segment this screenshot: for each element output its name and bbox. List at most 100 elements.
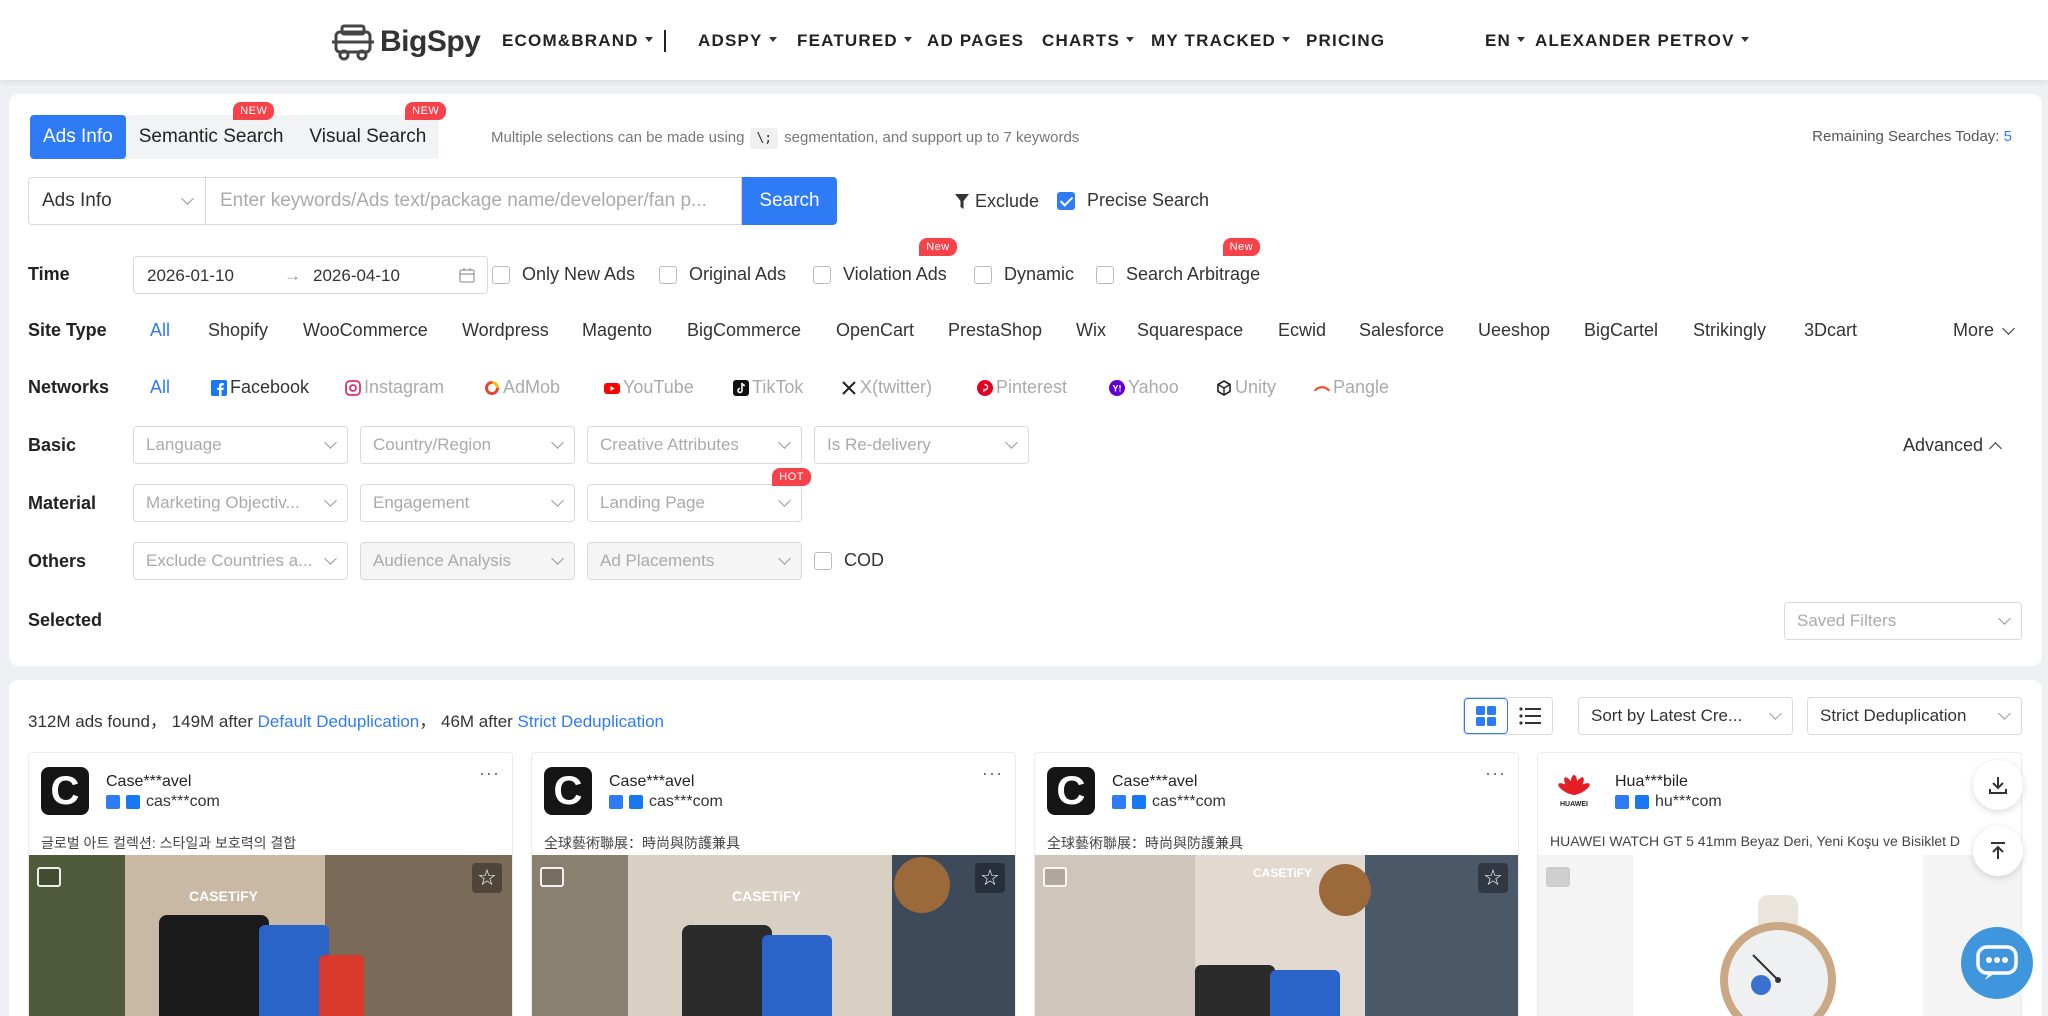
original-ads-checkbox[interactable]: Original Ads [659, 264, 786, 285]
ad-media[interactable]: CASETiFY ☆ [29, 855, 512, 1016]
chevron-down-icon [324, 552, 337, 565]
network-pinterest[interactable]: Pinterest [977, 377, 1067, 398]
favorite-star-icon[interactable]: ☆ [472, 863, 502, 893]
re-delivery-select[interactable]: Is Re-delivery [814, 426, 1029, 464]
nav-charts[interactable]: CHARTS [1042, 31, 1135, 51]
creative-attributes-select[interactable]: Creative Attributes [587, 426, 802, 464]
list-view-button[interactable] [1508, 698, 1552, 734]
site-type-opencart[interactable]: OpenCart [836, 320, 914, 341]
network-youtube[interactable]: YouTube [604, 377, 694, 398]
site-type-wordpress[interactable]: Wordpress [462, 320, 549, 341]
landing-page-select[interactable]: Landing Page HOT [587, 468, 811, 522]
network-facebook[interactable]: Facebook [211, 377, 309, 398]
advertiser-name[interactable]: Hua***bile [1615, 773, 1688, 791]
tab-visual-search[interactable]: Visual Search NEW [296, 102, 447, 159]
exclude-countries-select[interactable]: Exclude Countries a... [133, 542, 348, 580]
language-select[interactable]: Language [133, 426, 348, 464]
site-type-woocommerce[interactable]: WooCommerce [303, 320, 428, 341]
default-deduplication-link[interactable]: Default Deduplication [258, 712, 420, 731]
only-new-ads-checkbox[interactable]: Only New Ads [492, 264, 635, 285]
end-date[interactable]: 2026-04-10 [313, 266, 400, 286]
ad-card[interactable]: C Case***avel cas***com ··· 글로벌 아트 컬렉션: … [28, 752, 513, 1016]
network-admob[interactable]: AdMob [484, 377, 560, 398]
checkbox-icon [659, 265, 677, 284]
network-pangle[interactable]: Pangle [1314, 377, 1389, 398]
advertiser-name[interactable]: Case***avel [1112, 773, 1197, 791]
separator-key: \; [750, 128, 779, 149]
site-type-bigcartel[interactable]: BigCartel [1584, 320, 1658, 341]
deduplication-select[interactable]: Strict Deduplication [1807, 697, 2022, 735]
ad-card[interactable]: HUAWEI Hua***bile hu***com ··· HUAWEI WA… [1537, 752, 2022, 1016]
strict-deduplication-link[interactable]: Strict Deduplication [518, 712, 664, 731]
site-type-wix[interactable]: Wix [1076, 320, 1106, 341]
network-instagram[interactable]: Instagram [345, 377, 444, 398]
logo[interactable]: BigSpy [330, 22, 481, 62]
back-to-top-button[interactable] [1973, 826, 2023, 876]
language-selector[interactable]: EN [1485, 31, 1526, 51]
advertiser-name[interactable]: Case***avel [106, 773, 191, 791]
more-site-types-button[interactable]: More [1953, 320, 2015, 341]
site-type-ecwid[interactable]: Ecwid [1278, 320, 1326, 341]
network-unity[interactable]: Unity [1216, 377, 1276, 398]
download-button[interactable] [1973, 760, 2023, 810]
sort-select[interactable]: Sort by Latest Cre... [1578, 697, 1793, 735]
more-options-icon[interactable]: ··· [1485, 763, 1506, 784]
site-type-squarespace[interactable]: Squarespace [1137, 320, 1243, 341]
ad-card[interactable]: C Case***avel cas***com ··· 全球藝術聯展：時尚與防護… [1034, 752, 1519, 1016]
cod-checkbox[interactable]: COD [814, 550, 884, 571]
exclude-toggle[interactable]: Exclude [955, 191, 1039, 212]
engagement-select[interactable]: Engagement [360, 484, 575, 522]
tab-ads-info[interactable]: Ads Info [30, 115, 126, 159]
chat-support-button[interactable] [1961, 927, 2033, 999]
site-type-strikingly[interactable]: Strikingly [1693, 320, 1766, 341]
country-region-select[interactable]: Country/Region [360, 426, 575, 464]
dynamic-checkbox[interactable]: Dynamic [974, 264, 1074, 285]
user-menu[interactable]: ALEXANDER PETROV [1535, 31, 1749, 51]
saved-filters-select[interactable]: Saved Filters [1784, 602, 2022, 640]
ad-media[interactable]: CASETiFY ☆ [1035, 855, 1518, 1016]
site-type-shopify[interactable]: Shopify [208, 320, 268, 341]
search-type-select[interactable]: Ads Info [28, 177, 206, 225]
search-arbitrage-checkbox[interactable]: Search Arbitrage New [1096, 238, 1261, 285]
favorite-star-icon[interactable]: ☆ [975, 863, 1005, 893]
checkbox-icon [492, 265, 510, 284]
desktop-icon [609, 795, 623, 809]
site-type-salesforce[interactable]: Salesforce [1359, 320, 1444, 341]
ad-media[interactable] [1538, 855, 2021, 1016]
search-button[interactable]: Search [742, 177, 837, 225]
nav-adspy[interactable]: ADSPY [698, 31, 777, 51]
date-range-picker[interactable]: 2026-01-10 → 2026-04-10 [133, 256, 488, 294]
audience-analysis-select[interactable]: Audience Analysis [360, 542, 575, 580]
nav-my-tracked[interactable]: MY TRACKED [1151, 31, 1291, 51]
site-type-ueeshop[interactable]: Ueeshop [1478, 320, 1550, 341]
nav-featured[interactable]: FEATURED [797, 31, 912, 51]
site-type-bigcommerce[interactable]: BigCommerce [687, 320, 801, 341]
marketing-objective-select[interactable]: Marketing Objectiv... [133, 484, 348, 522]
precise-search-checkbox[interactable]: Precise Search [1057, 190, 1209, 211]
site-type-magento[interactable]: Magento [582, 320, 652, 341]
ad-placements-select[interactable]: Ad Placements [587, 542, 802, 580]
network-x-twitter[interactable]: X(twitter) [841, 377, 932, 398]
site-type-3dcart[interactable]: 3Dcart [1804, 320, 1857, 341]
ad-card[interactable]: C Case***avel cas***com ··· 全球藝術聯展：時尚與防護… [531, 752, 1016, 1016]
advertiser-name[interactable]: Case***avel [609, 773, 694, 791]
start-date[interactable]: 2026-01-10 [147, 266, 234, 286]
network-all[interactable]: All [150, 377, 170, 398]
more-options-icon[interactable]: ··· [982, 763, 1003, 784]
advanced-toggle[interactable]: Advanced [1903, 435, 2002, 456]
more-options-icon[interactable]: ··· [479, 763, 500, 784]
nav-pricing[interactable]: PRICING [1306, 31, 1385, 51]
network-yahoo[interactable]: Y! Yahoo [1109, 377, 1179, 398]
site-type-prestashop[interactable]: PrestaShop [948, 320, 1042, 341]
chevron-down-icon [2002, 321, 2015, 335]
nav-ad-pages[interactable]: AD PAGES [927, 31, 1024, 51]
site-type-all[interactable]: All [150, 320, 170, 341]
network-tiktok[interactable]: TikTok [733, 377, 803, 398]
violation-ads-checkbox[interactable]: Violation Ads New [813, 238, 957, 285]
nav-ecom-brand[interactable]: ECOM&BRAND [502, 31, 653, 51]
grid-view-button[interactable] [1464, 698, 1508, 734]
ad-media[interactable]: CASETiFY ☆ [532, 855, 1015, 1016]
search-input[interactable] [206, 177, 742, 225]
tab-semantic-search[interactable]: Semantic Search NEW [126, 102, 297, 159]
favorite-star-icon[interactable]: ☆ [1478, 863, 1508, 893]
